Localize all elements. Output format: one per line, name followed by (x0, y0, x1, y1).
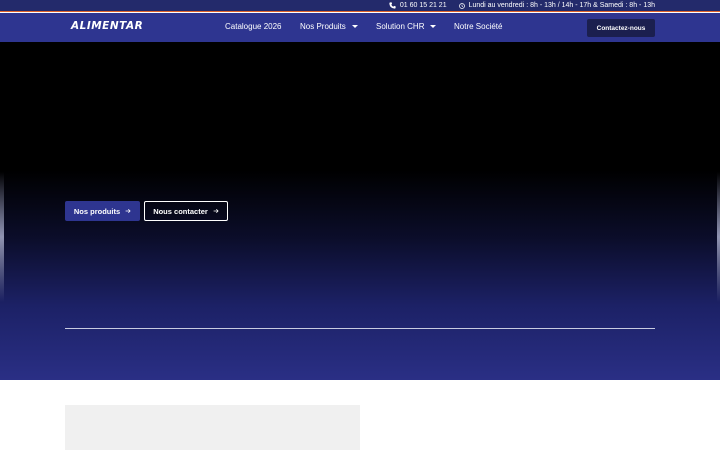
nav-item-label: Catalogue 2026 (225, 22, 282, 31)
content-placeholder (65, 405, 360, 450)
hero-divider (65, 328, 655, 329)
top-info-bar: 01 60 15 21 21 Lundi au vendredi : 8h - … (0, 0, 720, 12)
nav-item-catalogue[interactable]: Catalogue 2026 (225, 22, 282, 31)
nav-item-notre-societe[interactable]: Notre Société (454, 22, 502, 31)
arrow-right-icon (125, 207, 131, 216)
arrow-right-icon (213, 207, 219, 216)
phone-number: 01 60 15 21 21 (399, 2, 447, 9)
hours-text: Lundi au vendredi : 8h - 13h / 14h - 17h… (468, 2, 655, 9)
nav-item-label: Solution CHR (376, 22, 425, 31)
nav-item-label: Nos Produits (300, 22, 346, 31)
hero-edge-glow-left (0, 172, 4, 302)
opening-hours: Lundi au vendredi : 8h - 13h / 14h - 17h… (458, 2, 655, 9)
main-navigation: ALIMENTAR Catalogue 2026 Nos Produits So… (0, 13, 720, 42)
contact-button[interactable]: Contactez-nous (587, 19, 655, 37)
nav-item-solution-chr[interactable]: Solution CHR (376, 22, 437, 31)
phone-icon (389, 2, 396, 9)
nos-produits-button[interactable]: Nos produits (65, 201, 140, 221)
chevron-down-icon (430, 25, 437, 28)
button-label: Nous contacter (153, 206, 208, 216)
hero-section: Nos produits Nous contacter (0, 42, 720, 380)
nav-item-nos-produits[interactable]: Nos Produits (300, 22, 358, 31)
nous-contacter-button[interactable]: Nous contacter (144, 201, 228, 221)
phone-contact[interactable]: 01 60 15 21 21 (389, 2, 447, 9)
clock-icon (458, 2, 465, 9)
nav-item-label: Notre Société (454, 22, 503, 31)
button-label: Nos produits (73, 206, 121, 216)
chevron-down-icon (351, 25, 358, 28)
